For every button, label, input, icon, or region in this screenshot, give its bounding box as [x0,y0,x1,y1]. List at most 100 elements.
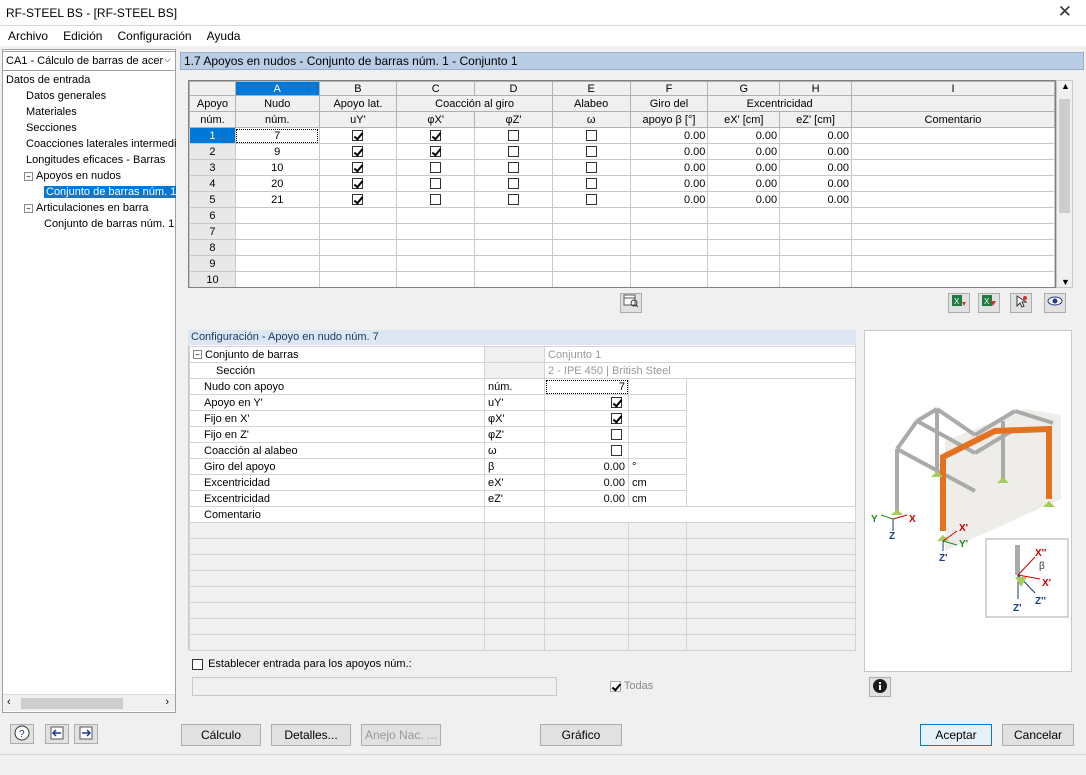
warping-cell[interactable] [551,271,631,287]
close-icon[interactable]: ✕ [1058,2,1072,22]
tree-item[interactable]: Datos de entrada [2,72,176,88]
table-row[interactable]: 9 [189,255,1055,272]
row-number[interactable]: 6 [189,207,236,224]
row-number[interactable]: 9 [189,255,236,272]
node-cell[interactable] [234,271,320,287]
node-cell[interactable] [234,255,320,272]
comment-cell[interactable] [850,127,1055,144]
config-row-checkbox-cell[interactable] [544,442,629,459]
warping-cell[interactable] [551,207,631,224]
row-checkbox-px[interactable] [430,178,442,190]
table-row[interactable]: 1 7 0.00 0.00 0.00 [189,127,1055,144]
config-row-checkbox[interactable] [611,397,622,409]
table-row[interactable]: 7 [189,223,1055,240]
rotation-x-cell[interactable] [396,207,476,224]
ex-cell[interactable] [707,255,781,272]
table-view-button[interactable] [620,293,642,313]
row-checkbox-uy[interactable] [352,194,364,206]
ex-cell[interactable]: 0.00 [707,175,781,192]
config-row-checkbox-cell[interactable] [544,394,629,411]
tree-item[interactable]: − Apoyos en nudos [2,168,176,184]
node-cell[interactable]: 10 [234,159,320,176]
table-row[interactable]: 3 10 0.00 0.00 0.00 [189,159,1055,176]
ex-cell[interactable]: 0.00 [707,159,781,176]
view-button[interactable] [1044,293,1066,313]
supports-list-input[interactable] [192,677,557,696]
ex-cell[interactable]: 0.00 [707,191,781,208]
menu-ayuda[interactable]: Ayuda [203,26,245,43]
scroll-up-icon[interactable]: ▲ [1061,81,1070,91]
rotation-x-cell[interactable] [396,191,476,208]
config-row[interactable]: Giro del apoyo β 0.00 ° [189,458,856,475]
row-checkbox-pz[interactable] [507,146,519,158]
ez-cell[interactable]: 0.00 [779,159,852,176]
beta-cell[interactable] [629,271,709,287]
lateral-support-cell[interactable] [318,159,398,176]
ez-cell[interactable]: 0.00 [779,191,852,208]
lateral-support-cell[interactable] [318,207,398,224]
rotation-z-cell[interactable] [474,239,553,256]
config-row-checkbox-cell[interactable] [544,426,629,443]
config-row[interactable]: Excentricidad eX' 0.00 cm [189,474,856,491]
all-supports[interactable]: Todas [610,680,653,692]
tree-horizontal-scrollbar[interactable]: ‹ › [3,694,175,711]
row-number[interactable]: 8 [189,239,236,256]
rotation-z-cell[interactable] [474,271,553,287]
rotation-z-cell[interactable] [474,207,553,224]
calculation-button[interactable]: Cálculo [181,724,261,746]
node-cell[interactable] [234,207,320,224]
comment-cell[interactable] [850,143,1055,160]
row-checkbox-w[interactable] [585,130,597,142]
lateral-support-cell[interactable] [318,271,398,287]
previous-window-button[interactable] [45,724,69,744]
tree-item[interactable]: Coacciones laterales intermedia [2,136,176,152]
rotation-x-cell[interactable] [396,143,476,160]
ok-button[interactable]: Aceptar [920,724,992,746]
lateral-support-cell[interactable] [318,175,398,192]
rotation-z-cell[interactable] [474,175,553,192]
config-row[interactable]: Nudo con apoyo núm. 7 [189,378,856,395]
row-checkbox-uy[interactable] [352,130,364,142]
info-button[interactable] [869,677,891,697]
column-letter[interactable]: D [474,81,553,96]
collapse-icon[interactable]: − [24,171,33,181]
ez-cell[interactable] [779,223,852,240]
ez-cell[interactable] [779,255,852,272]
row-number[interactable]: 5 [189,191,236,208]
comment-cell[interactable] [850,271,1055,287]
config-row-value[interactable]: 0.00 [544,474,629,491]
config-row-value[interactable]: 0.00 [544,458,629,475]
table-row[interactable]: 2 9 0.00 0.00 0.00 [189,143,1055,160]
warping-cell[interactable] [551,127,631,144]
row-number[interactable]: 2 [189,143,236,160]
scrollbar-thumb[interactable] [1059,99,1070,213]
node-cell[interactable]: 20 [234,175,320,192]
tree-item[interactable]: Datos generales [2,88,176,104]
node-cell[interactable] [234,223,320,240]
beta-cell[interactable]: 0.00 [629,159,709,176]
apply-to-supports[interactable]: Establecer entrada para los apoyos núm.: [192,658,412,670]
beta-cell[interactable]: 0.00 [629,191,709,208]
lateral-support-cell[interactable] [318,143,398,160]
column-letter[interactable]: F [629,81,709,96]
rotation-z-cell[interactable] [474,127,553,144]
table-row[interactable]: 6 [189,207,1055,224]
row-checkbox-w[interactable] [585,178,597,190]
row-number[interactable]: 4 [189,175,236,192]
row-checkbox-uy[interactable] [352,146,364,158]
config-row[interactable]: Excentricidad eZ' 0.00 cm [189,490,856,507]
ex-cell[interactable]: 0.00 [707,143,781,160]
row-number[interactable]: 7 [189,223,236,240]
ez-cell[interactable] [779,207,852,224]
row-checkbox-pz[interactable] [507,178,519,190]
lateral-support-cell[interactable] [318,191,398,208]
beta-cell[interactable] [629,239,709,256]
ex-cell[interactable] [707,271,781,287]
row-checkbox-w[interactable] [585,162,597,174]
comment-cell[interactable] [850,207,1055,224]
config-row[interactable]: Apoyo en Y' uY' [189,394,856,411]
beta-cell[interactable] [629,207,709,224]
ez-cell[interactable] [779,271,852,287]
tree-item[interactable]: − Articulaciones en barra [2,200,176,216]
scroll-down-icon[interactable]: ▼ [1061,277,1070,287]
